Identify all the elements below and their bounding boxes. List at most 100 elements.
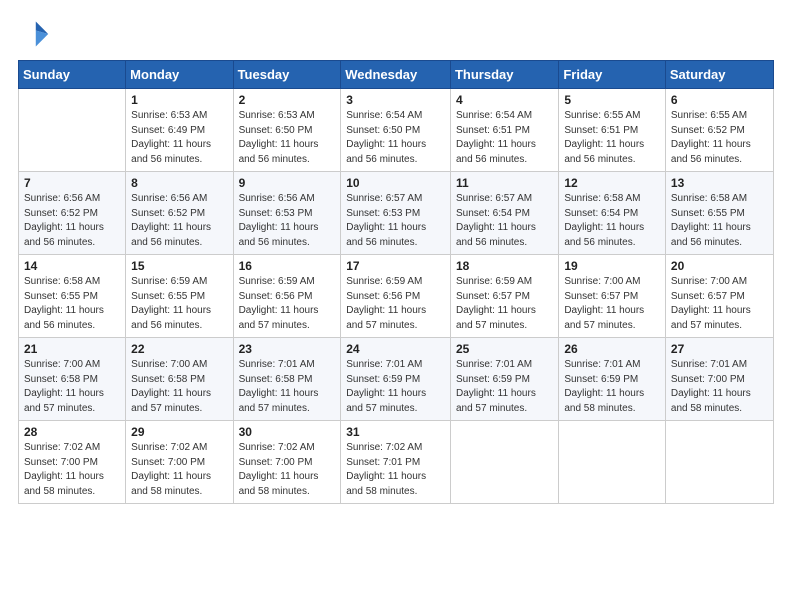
day-info: Sunrise: 6:56 AM Sunset: 6:53 PM Dayligh… — [239, 192, 336, 250]
calendar-week-4: 21 Sunrise: 7:00 AM Sunset: 6:58 PM Dayli… — [19, 338, 774, 421]
calendar-cell: 21 Sunrise: 7:00 AM Sunset: 6:58 PM Dayli… — [19, 338, 126, 421]
day-info: Sunrise: 7:02 AM Sunset: 7:00 PM Dayligh… — [24, 441, 120, 499]
day-info: Sunrise: 6:59 AM Sunset: 6:55 PM Dayligh… — [131, 275, 227, 333]
day-info: Sunrise: 6:53 AM Sunset: 6:49 PM Dayligh… — [131, 109, 227, 167]
day-number: 13 — [671, 176, 768, 190]
col-saturday: Saturday — [665, 61, 773, 89]
day-info: Sunrise: 6:58 AM Sunset: 6:55 PM Dayligh… — [671, 192, 768, 250]
col-thursday: Thursday — [450, 61, 558, 89]
calendar-cell: 7Sunrise: 6:56 AM Sunset: 6:52 PM Daylig… — [19, 172, 126, 255]
calendar-cell: 4Sunrise: 6:54 AM Sunset: 6:51 PM Daylig… — [450, 89, 558, 172]
day-number: 29 — [131, 425, 227, 439]
day-info: Sunrise: 7:00 AM Sunset: 6:57 PM Dayligh… — [671, 275, 768, 333]
day-number: 27 — [671, 342, 768, 356]
calendar-cell: 22 Sunrise: 7:00 AM Sunset: 6:58 PM Dayli… — [126, 338, 233, 421]
calendar-cell: 5 Sunrise: 6:55 AM Sunset: 6:51 PM Daylig… — [559, 89, 666, 172]
calendar-week-5: 28 Sunrise: 7:02 AM Sunset: 7:00 PM Dayli… — [19, 421, 774, 504]
day-number: 15 — [131, 259, 227, 273]
calendar-week-3: 14 Sunrise: 6:58 AM Sunset: 6:55 PM Dayli… — [19, 255, 774, 338]
day-info: Sunrise: 6:57 AM Sunset: 6:54 PM Dayligh… — [456, 192, 553, 250]
day-info: Sunrise: 7:00 AM Sunset: 6:58 PM Dayligh… — [24, 358, 120, 416]
day-number: 19 — [564, 259, 660, 273]
calendar-cell: 29 Sunrise: 7:02 AM Sunset: 7:00 PM Dayli… — [126, 421, 233, 504]
day-info: Sunrise: 7:01 AM Sunset: 6:59 PM Dayligh… — [346, 358, 445, 416]
calendar-cell: 27 Sunrise: 7:01 AM Sunset: 7:00 PM Dayli… — [665, 338, 773, 421]
header-row: Sunday Monday Tuesday Wednesday Thursday… — [19, 61, 774, 89]
day-info: Sunrise: 6:59 AM Sunset: 6:57 PM Dayligh… — [456, 275, 553, 333]
day-number: 25 — [456, 342, 553, 356]
day-info: Sunrise: 7:02 AM Sunset: 7:01 PM Dayligh… — [346, 441, 445, 499]
calendar-cell: 24 Sunrise: 7:01 AM Sunset: 6:59 PM Dayli… — [341, 338, 451, 421]
calendar-cell: 16 Sunrise: 6:59 AM Sunset: 6:56 PM Dayli… — [233, 255, 341, 338]
day-number: 6 — [671, 93, 768, 107]
day-number: 5 — [564, 93, 660, 107]
day-info: Sunrise: 7:00 AM Sunset: 6:58 PM Dayligh… — [131, 358, 227, 416]
calendar-cell: 18Sunrise: 6:59 AM Sunset: 6:57 PM Dayli… — [450, 255, 558, 338]
day-info: Sunrise: 7:02 AM Sunset: 7:00 PM Dayligh… — [131, 441, 227, 499]
calendar-cell: 19 Sunrise: 7:00 AM Sunset: 6:57 PM Dayli… — [559, 255, 666, 338]
calendar-cell: 3Sunrise: 6:54 AM Sunset: 6:50 PM Daylig… — [341, 89, 451, 172]
calendar-cell — [665, 421, 773, 504]
day-info: Sunrise: 7:01 AM Sunset: 6:59 PM Dayligh… — [456, 358, 553, 416]
day-info: Sunrise: 6:57 AM Sunset: 6:53 PM Dayligh… — [346, 192, 445, 250]
page: Sunday Monday Tuesday Wednesday Thursday… — [0, 0, 792, 612]
calendar-cell: 14 Sunrise: 6:58 AM Sunset: 6:55 PM Dayli… — [19, 255, 126, 338]
calendar-cell: 25 Sunrise: 7:01 AM Sunset: 6:59 PM Dayli… — [450, 338, 558, 421]
day-number: 23 — [239, 342, 336, 356]
day-info: Sunrise: 6:58 AM Sunset: 6:55 PM Dayligh… — [24, 275, 120, 333]
calendar-cell: 28 Sunrise: 7:02 AM Sunset: 7:00 PM Dayli… — [19, 421, 126, 504]
day-number: 20 — [671, 259, 768, 273]
calendar-cell: 1Sunrise: 6:53 AM Sunset: 6:49 PM Daylig… — [126, 89, 233, 172]
day-number: 16 — [239, 259, 336, 273]
calendar-cell: 6 Sunrise: 6:55 AM Sunset: 6:52 PM Daylig… — [665, 89, 773, 172]
day-number: 28 — [24, 425, 120, 439]
logo-icon — [18, 18, 50, 50]
day-info: Sunrise: 6:54 AM Sunset: 6:50 PM Dayligh… — [346, 109, 445, 167]
day-number: 9 — [239, 176, 336, 190]
day-number: 12 — [564, 176, 660, 190]
col-wednesday: Wednesday — [341, 61, 451, 89]
day-number: 4 — [456, 93, 553, 107]
day-number: 21 — [24, 342, 120, 356]
calendar-cell: 11 Sunrise: 6:57 AM Sunset: 6:54 PM Dayli… — [450, 172, 558, 255]
logo — [18, 18, 52, 50]
day-number: 2 — [239, 93, 336, 107]
day-number: 8 — [131, 176, 227, 190]
header — [18, 18, 774, 50]
day-info: Sunrise: 7:01 AM Sunset: 6:58 PM Dayligh… — [239, 358, 336, 416]
calendar-cell: 30 Sunrise: 7:02 AM Sunset: 7:00 PM Dayli… — [233, 421, 341, 504]
day-info: Sunrise: 7:01 AM Sunset: 7:00 PM Dayligh… — [671, 358, 768, 416]
calendar-body: 1Sunrise: 6:53 AM Sunset: 6:49 PM Daylig… — [19, 89, 774, 504]
day-info: Sunrise: 6:59 AM Sunset: 6:56 PM Dayligh… — [239, 275, 336, 333]
day-number: 24 — [346, 342, 445, 356]
day-info: Sunrise: 7:01 AM Sunset: 6:59 PM Dayligh… — [564, 358, 660, 416]
calendar-week-2: 7Sunrise: 6:56 AM Sunset: 6:52 PM Daylig… — [19, 172, 774, 255]
day-number: 26 — [564, 342, 660, 356]
day-info: Sunrise: 7:02 AM Sunset: 7:00 PM Dayligh… — [239, 441, 336, 499]
calendar-cell: 15 Sunrise: 6:59 AM Sunset: 6:55 PM Dayli… — [126, 255, 233, 338]
day-number: 22 — [131, 342, 227, 356]
calendar-cell — [19, 89, 126, 172]
day-number: 17 — [346, 259, 445, 273]
calendar-cell: 31Sunrise: 7:02 AM Sunset: 7:01 PM Dayli… — [341, 421, 451, 504]
calendar-cell: 23 Sunrise: 7:01 AM Sunset: 6:58 PM Dayli… — [233, 338, 341, 421]
calendar-table: Sunday Monday Tuesday Wednesday Thursday… — [18, 60, 774, 504]
calendar-cell: 20 Sunrise: 7:00 AM Sunset: 6:57 PM Dayli… — [665, 255, 773, 338]
day-number: 30 — [239, 425, 336, 439]
day-info: Sunrise: 6:55 AM Sunset: 6:52 PM Dayligh… — [671, 109, 768, 167]
calendar-cell: 10Sunrise: 6:57 AM Sunset: 6:53 PM Dayli… — [341, 172, 451, 255]
day-info: Sunrise: 6:56 AM Sunset: 6:52 PM Dayligh… — [131, 192, 227, 250]
day-info: Sunrise: 7:00 AM Sunset: 6:57 PM Dayligh… — [564, 275, 660, 333]
calendar-cell: 26 Sunrise: 7:01 AM Sunset: 6:59 PM Dayli… — [559, 338, 666, 421]
col-sunday: Sunday — [19, 61, 126, 89]
day-number: 11 — [456, 176, 553, 190]
calendar-cell — [450, 421, 558, 504]
day-info: Sunrise: 6:56 AM Sunset: 6:52 PM Dayligh… — [24, 192, 120, 250]
calendar-cell: 2 Sunrise: 6:53 AM Sunset: 6:50 PM Daylig… — [233, 89, 341, 172]
col-tuesday: Tuesday — [233, 61, 341, 89]
day-info: Sunrise: 6:55 AM Sunset: 6:51 PM Dayligh… — [564, 109, 660, 167]
day-number: 14 — [24, 259, 120, 273]
calendar-cell: 12Sunrise: 6:58 AM Sunset: 6:54 PM Dayli… — [559, 172, 666, 255]
calendar-cell: 8 Sunrise: 6:56 AM Sunset: 6:52 PM Daylig… — [126, 172, 233, 255]
day-info: Sunrise: 6:53 AM Sunset: 6:50 PM Dayligh… — [239, 109, 336, 167]
